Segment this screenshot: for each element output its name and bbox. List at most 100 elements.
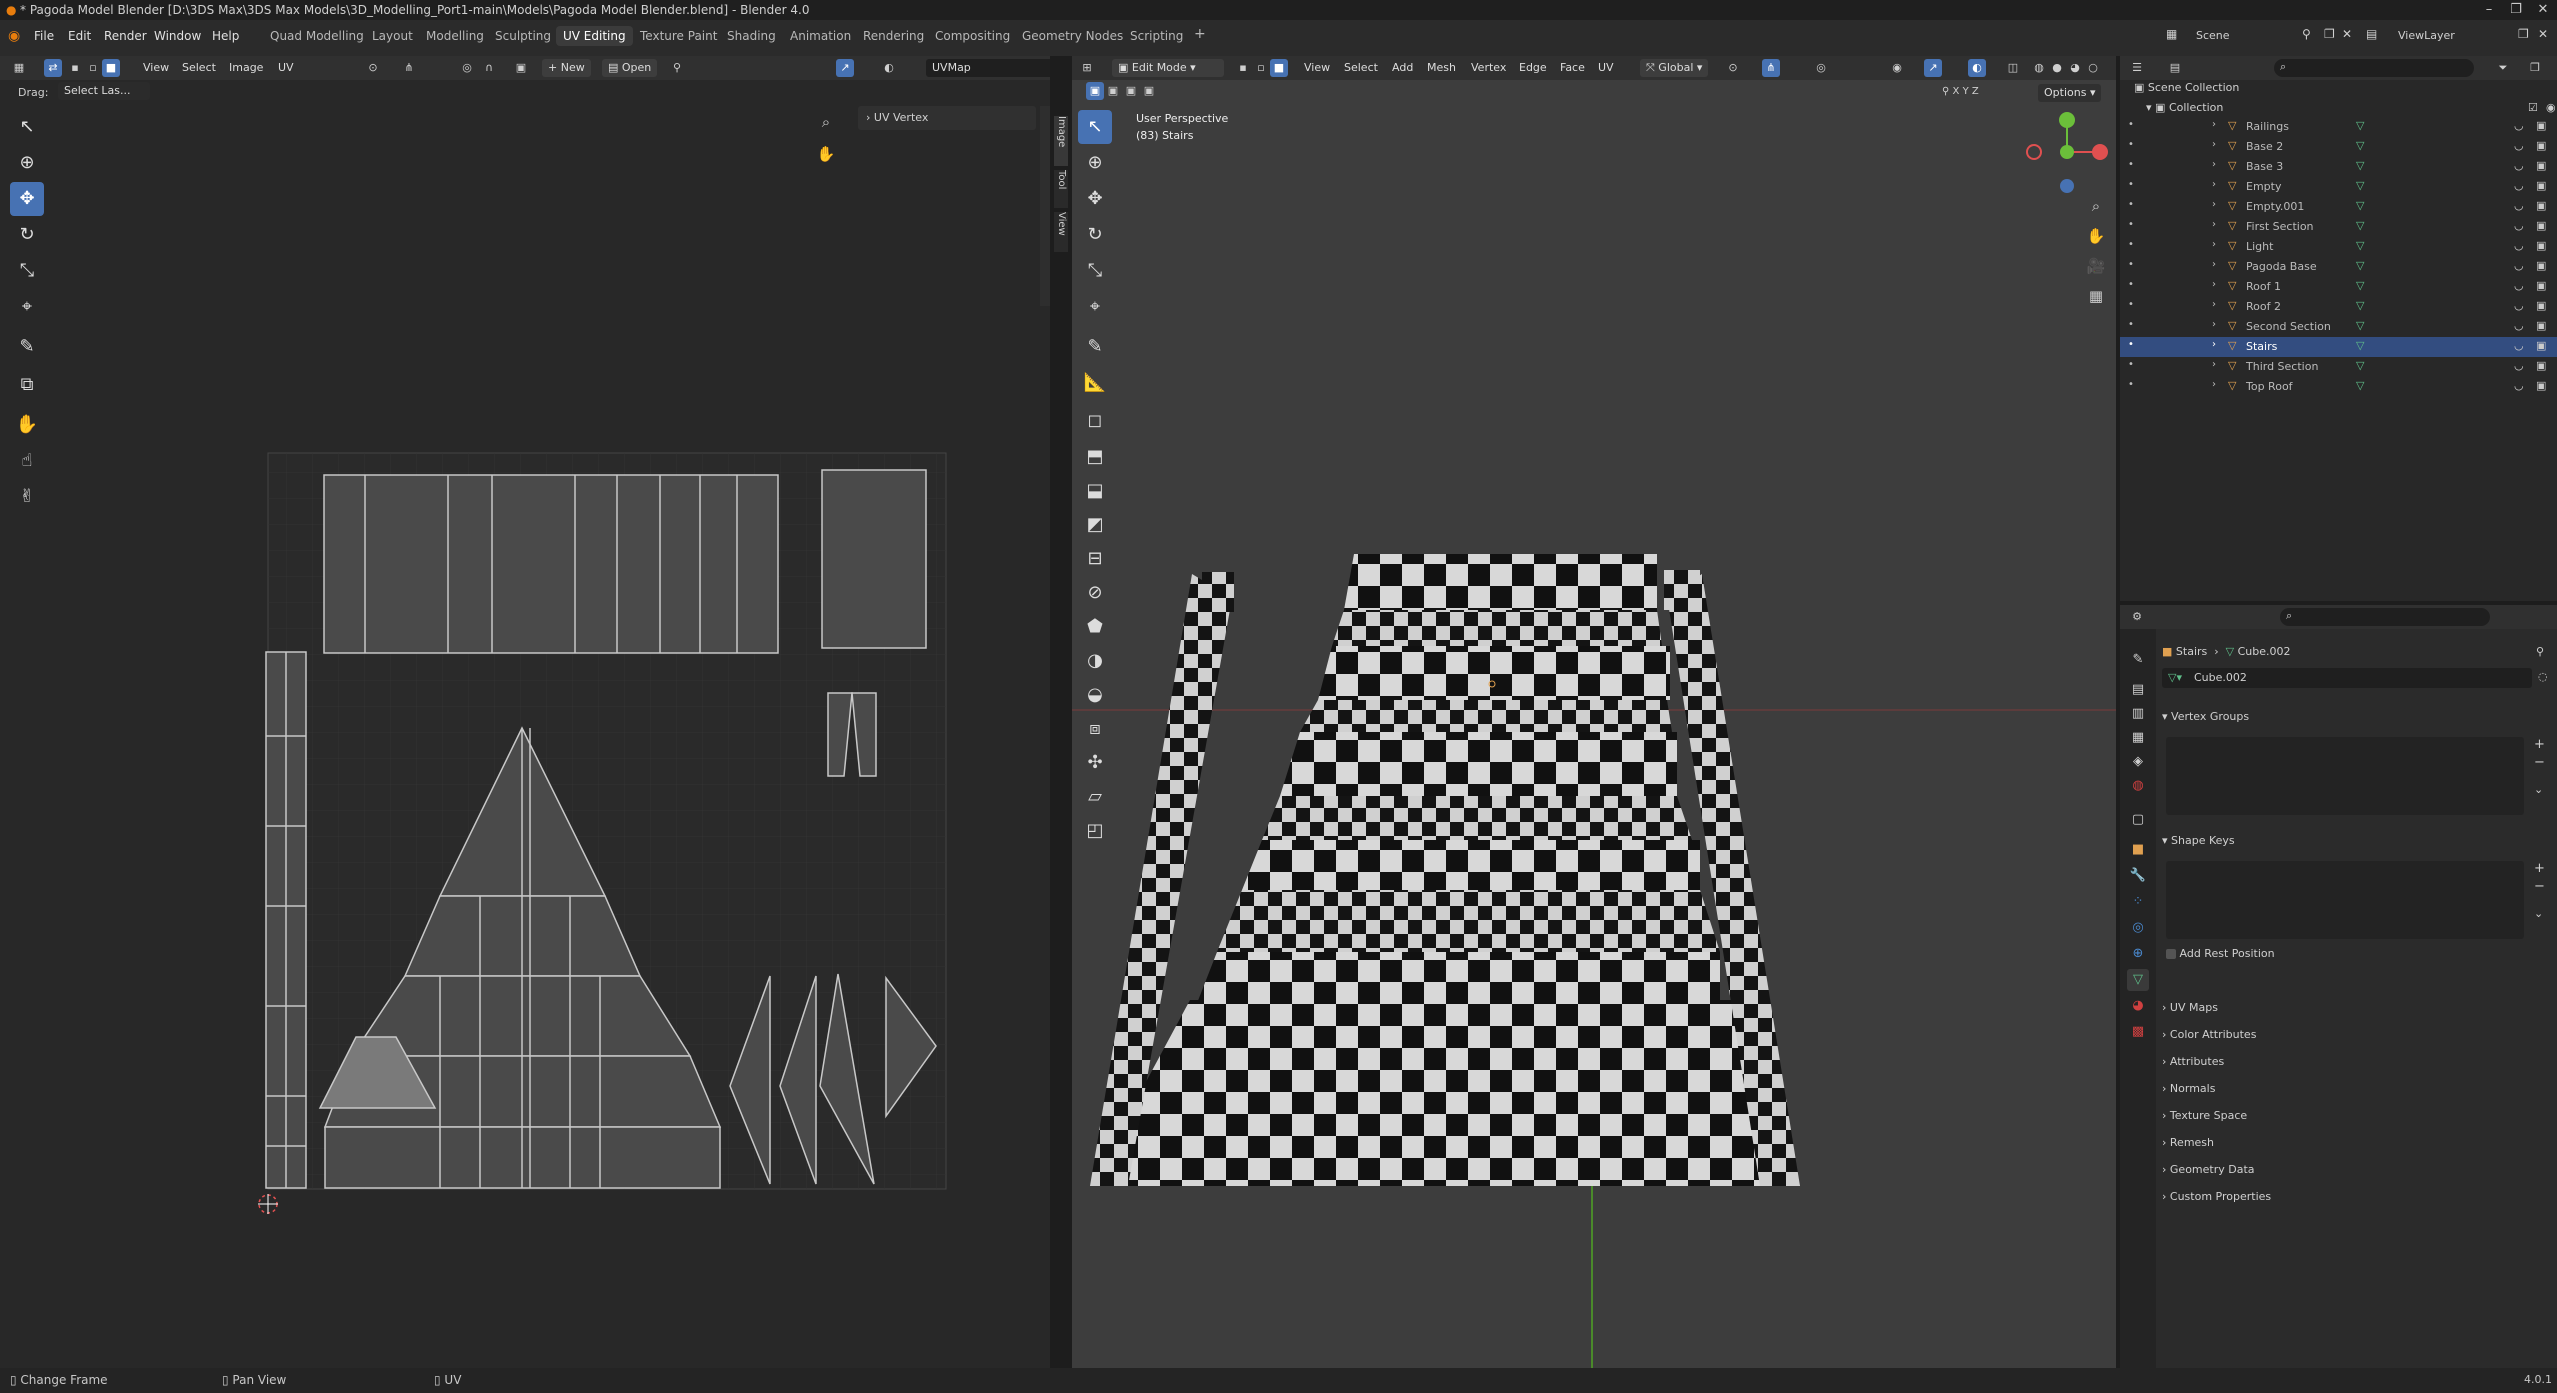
- menu-file[interactable]: File: [34, 29, 54, 43]
- visibility-eye-icon[interactable]: ◡: [2514, 159, 2524, 172]
- scene-name[interactable]: Scene: [2196, 29, 2230, 42]
- tab-scripting[interactable]: Scripting: [1130, 29, 1183, 43]
- property-section-header[interactable]: › Remesh: [2162, 1136, 2552, 1149]
- outliner-item-name[interactable]: Roof 1: [2246, 280, 2281, 293]
- orientation-select[interactable]: ⤧ Global ▾: [1640, 59, 1709, 77]
- outliner-row[interactable]: • › ▽ Railings ▽ ◡ ▣: [2120, 117, 2557, 137]
- tool-tab-icon[interactable]: ✎: [2127, 649, 2149, 671]
- visibility-eye-icon[interactable]: ◡: [2514, 359, 2524, 372]
- uv-layout[interactable]: [0, 56, 1050, 1368]
- outliner-row[interactable]: • › ▽ Roof 1 ▽ ◡ ▣: [2120, 277, 2557, 297]
- proportional-icon[interactable]: ◎: [1812, 59, 1830, 77]
- new-scene-icon[interactable]: ❐: [2324, 27, 2335, 41]
- visibility-icon[interactable]: ◉: [1888, 59, 1906, 77]
- menu-window[interactable]: Window: [154, 29, 201, 43]
- vp-menu-view[interactable]: View: [1304, 61, 1330, 74]
- outliner-item-name[interactable]: Light: [2246, 240, 2273, 253]
- pivot-point-icon[interactable]: ⊙: [1724, 59, 1742, 77]
- outliner-row[interactable]: • › ▽ Pagoda Base ▽ ◡ ▣: [2120, 257, 2557, 277]
- vp-menu-uv[interactable]: UV: [1598, 61, 1614, 74]
- render-camera-icon[interactable]: ▣: [2536, 259, 2546, 272]
- edit-mode-toggle-icon[interactable]: •: [2128, 259, 2134, 270]
- side-tab-tool[interactable]: Tool: [1054, 170, 1068, 208]
- tab-modelling[interactable]: Modelling: [426, 29, 484, 43]
- visibility-eye-icon[interactable]: ◡: [2514, 299, 2524, 312]
- expand-icon[interactable]: ›: [2212, 339, 2216, 350]
- maximize-icon[interactable]: ❐: [2505, 2, 2527, 18]
- menu-edit[interactable]: Edit: [68, 29, 91, 43]
- mesh-data-icon[interactable]: ▽: [2356, 179, 2364, 192]
- shading-solid-icon[interactable]: ●: [2048, 59, 2066, 77]
- shading-rendered-icon[interactable]: ○: [2084, 59, 2102, 77]
- mesh-data-icon[interactable]: ▽: [2356, 219, 2364, 232]
- expand-icon[interactable]: ›: [2212, 119, 2216, 130]
- viewport-editor-type-icon[interactable]: ⊞: [1078, 59, 1096, 77]
- visibility-eye-icon[interactable]: ◡: [2514, 139, 2524, 152]
- render-camera-icon[interactable]: ▣: [2536, 119, 2546, 132]
- remove-vertex-group-icon[interactable]: −: [2534, 755, 2545, 770]
- mesh-data-icon[interactable]: ▽: [2356, 319, 2364, 332]
- expand-icon[interactable]: ›: [2212, 159, 2216, 170]
- render-camera-icon[interactable]: ▣: [2536, 279, 2546, 292]
- tab-quad-modelling[interactable]: Quad Modelling: [270, 29, 364, 43]
- vp-menu-mesh[interactable]: Mesh: [1427, 61, 1456, 74]
- outliner-item-name[interactable]: Stairs: [2246, 340, 2277, 353]
- edit-mode-toggle-icon[interactable]: •: [2128, 139, 2134, 150]
- outliner-item-name[interactable]: Third Section: [2246, 360, 2318, 373]
- expand-icon[interactable]: ›: [2212, 139, 2216, 150]
- expand-icon[interactable]: ›: [2212, 299, 2216, 310]
- expand-icon[interactable]: ›: [2212, 239, 2216, 250]
- pin-properties-icon[interactable]: ⚲: [2536, 645, 2544, 658]
- modifier-tab-icon[interactable]: 🔧: [2127, 865, 2149, 887]
- outliner-item-name[interactable]: Top Roof: [2246, 380, 2293, 393]
- new-collection-icon[interactable]: ❐: [2526, 59, 2544, 77]
- vp-menu-edge[interactable]: Edge: [1519, 61, 1547, 74]
- shape-keys-panel-header[interactable]: ▾ Shape Keys: [2162, 834, 2552, 847]
- shape-key-menu-icon[interactable]: ⌄: [2534, 907, 2543, 920]
- side-tab-image[interactable]: Image: [1054, 116, 1068, 166]
- visibility-eye-icon[interactable]: ◡: [2514, 279, 2524, 292]
- outliner-item-name[interactable]: Roof 2: [2246, 300, 2281, 313]
- outliner-item-name[interactable]: Pagoda Base: [2246, 260, 2317, 273]
- viewport-scene[interactable]: [1072, 80, 2116, 1368]
- property-section-header[interactable]: › Geometry Data: [2162, 1163, 2552, 1176]
- visibility-eye-icon[interactable]: ◡: [2514, 199, 2524, 212]
- tab-rendering[interactable]: Rendering: [863, 29, 924, 43]
- visibility-eye-icon[interactable]: ◡: [2514, 339, 2524, 352]
- mesh-data-icon[interactable]: ▽: [2356, 139, 2364, 152]
- render-camera-icon[interactable]: ▣: [2536, 219, 2546, 232]
- scene-tab-icon[interactable]: ◈: [2127, 751, 2149, 773]
- mesh-data-icon[interactable]: ▽: [2356, 339, 2364, 352]
- render-camera-icon[interactable]: ▣: [2536, 339, 2546, 352]
- new-view-layer-icon[interactable]: ❐: [2518, 27, 2529, 41]
- expand-icon[interactable]: ›: [2212, 179, 2216, 190]
- tab-compositing[interactable]: Compositing: [935, 29, 1010, 43]
- property-section-header[interactable]: › UV Maps: [2162, 1001, 2552, 1014]
- mesh-data-icon[interactable]: ▽: [2356, 379, 2364, 392]
- expand-icon[interactable]: ›: [2212, 259, 2216, 270]
- outliner-item-name[interactable]: Base 3: [2246, 160, 2283, 173]
- object-tab-icon[interactable]: ■: [2127, 839, 2149, 861]
- outliner-item-name[interactable]: First Section: [2246, 220, 2314, 233]
- visibility-eye-icon[interactable]: ◡: [2514, 319, 2524, 332]
- property-section-header[interactable]: › Normals: [2162, 1082, 2552, 1095]
- expand-icon[interactable]: ›: [2212, 199, 2216, 210]
- properties-type-icon[interactable]: ⚙: [2128, 608, 2146, 626]
- outliner-row[interactable]: • › ▽ Stairs ▽ ◡ ▣: [2120, 337, 2557, 357]
- vp-menu-add[interactable]: Add: [1392, 61, 1413, 74]
- edit-mode-toggle-icon[interactable]: •: [2128, 279, 2134, 290]
- outliner-row[interactable]: • › ▽ Base 2 ▽ ◡ ▣: [2120, 137, 2557, 157]
- view-layer-tab-icon[interactable]: ▦: [2127, 727, 2149, 749]
- edit-mode-toggle-icon[interactable]: •: [2128, 199, 2134, 210]
- view-layer-name[interactable]: ViewLayer: [2398, 29, 2455, 42]
- vp-menu-select[interactable]: Select: [1344, 61, 1378, 74]
- expand-icon[interactable]: ›: [2212, 279, 2216, 290]
- particles-tab-icon[interactable]: ⁘: [2127, 891, 2149, 913]
- edit-mode-toggle-icon[interactable]: •: [2128, 179, 2134, 190]
- outliner-item-name[interactable]: Empty: [2246, 180, 2281, 193]
- outliner-type-icon[interactable]: ☰: [2128, 59, 2146, 77]
- outliner-item-name[interactable]: Empty.001: [2246, 200, 2304, 213]
- 3d-viewport[interactable]: ⊞ ▣ Edit Mode ▾ ▪ ▫ ■ View Select Add Me…: [1072, 56, 2116, 1368]
- outliner-row[interactable]: • › ▽ Roof 2 ▽ ◡ ▣: [2120, 297, 2557, 317]
- constraints-tab-icon[interactable]: ⊕: [2127, 943, 2149, 965]
